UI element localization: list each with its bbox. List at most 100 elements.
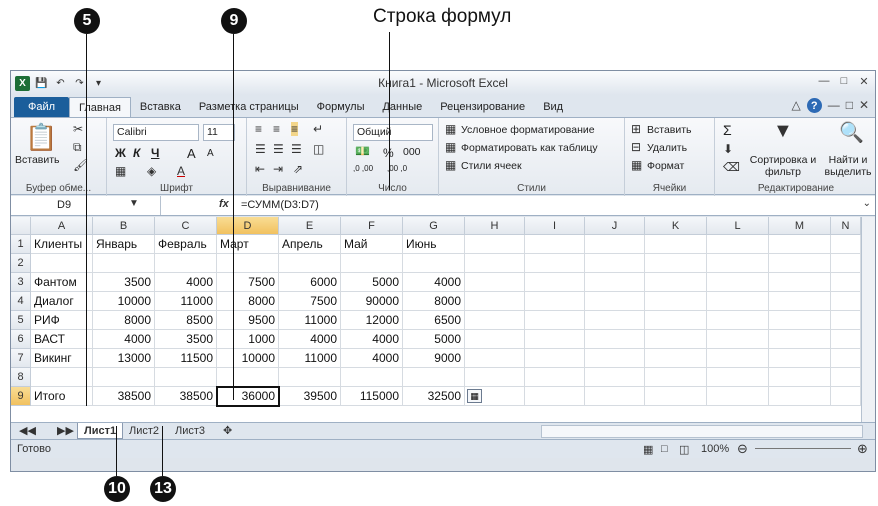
grid-cell[interactable]: [465, 330, 525, 349]
grid-cell[interactable]: 9000: [403, 349, 465, 368]
row-header[interactable]: 8: [11, 368, 31, 387]
grid-cell[interactable]: [831, 311, 861, 330]
decrease-decimal-button[interactable]: ,00 ,0: [387, 164, 407, 173]
tab-page-layout[interactable]: Разметка страницы: [190, 97, 308, 117]
formula-input[interactable]: =СУММ(D3:D7): [241, 196, 319, 215]
grid-cell[interactable]: 3500: [155, 330, 217, 349]
grid-cell[interactable]: [831, 349, 861, 368]
grid-cell[interactable]: [465, 311, 525, 330]
format-as-table-button[interactable]: Форматировать как таблицу: [461, 142, 598, 154]
conditional-formatting-button[interactable]: Условное форматирование: [461, 124, 595, 136]
align-right-icon[interactable]: ☰: [291, 142, 302, 156]
grid-cell[interactable]: [341, 368, 403, 387]
paste-icon[interactable]: 📋: [25, 122, 57, 153]
grid-cell[interactable]: [585, 349, 645, 368]
increase-indent-icon[interactable]: ⇥: [273, 162, 283, 176]
grid-cell[interactable]: [585, 330, 645, 349]
copy-icon[interactable]: ⧉: [73, 140, 82, 155]
grid-cell[interactable]: 5000: [341, 273, 403, 292]
grid-cell[interactable]: [585, 254, 645, 273]
grid-cell[interactable]: [645, 387, 707, 406]
grid-cell[interactable]: [155, 368, 217, 387]
tab-data[interactable]: Данные: [373, 97, 431, 117]
grid-cell[interactable]: 90000: [341, 292, 403, 311]
grid-cell[interactable]: [645, 254, 707, 273]
row-header[interactable]: 3: [11, 273, 31, 292]
cell-styles-button[interactable]: Стили ячеек: [461, 160, 522, 172]
shrink-font-button[interactable]: A: [207, 148, 214, 159]
grid-cell[interactable]: [585, 387, 645, 406]
grid-cell[interactable]: [279, 254, 341, 273]
grid-cell[interactable]: Викинг: [31, 349, 93, 368]
number-format-select[interactable]: Общий: [353, 124, 433, 141]
row-header[interactable]: 1: [11, 235, 31, 254]
grid-cell[interactable]: 10000: [217, 349, 279, 368]
insert-sheet-icon[interactable]: ✥: [217, 423, 238, 439]
close-icon[interactable]: ✕: [857, 74, 871, 88]
row-header[interactable]: 7: [11, 349, 31, 368]
grid-cell[interactable]: [707, 254, 769, 273]
grid-cell[interactable]: [769, 235, 831, 254]
grid-cell[interactable]: Февраль: [155, 235, 217, 254]
grid-cell[interactable]: [707, 292, 769, 311]
align-bottom-icon[interactable]: ≡: [291, 122, 299, 136]
grid-cell[interactable]: [465, 349, 525, 368]
grid-cell[interactable]: РИФ: [31, 311, 93, 330]
grid-cell[interactable]: [769, 254, 831, 273]
grid-cell[interactable]: [645, 273, 707, 292]
tab-view[interactable]: Вид: [534, 97, 572, 117]
workbook-minimize-icon[interactable]: —: [828, 98, 840, 113]
column-header[interactable]: E: [279, 217, 341, 235]
find-select-button[interactable]: Найти и выделить: [819, 154, 875, 178]
tab-review[interactable]: Рецензирование: [431, 97, 534, 117]
vertical-scrollbar[interactable]: [861, 217, 875, 422]
help-icon[interactable]: ?: [806, 98, 822, 113]
column-header[interactable]: B: [93, 217, 155, 235]
column-header[interactable]: N: [831, 217, 861, 235]
delete-cells-button[interactable]: Удалить: [647, 142, 687, 154]
grid-cell[interactable]: [645, 235, 707, 254]
grid-cell[interactable]: [769, 387, 831, 406]
page-layout-view-icon[interactable]: □: [661, 443, 668, 455]
tab-formulas[interactable]: Формулы: [308, 97, 374, 117]
grid-cell[interactable]: 11000: [279, 349, 341, 368]
row-header[interactable]: 2: [11, 254, 31, 273]
grid-cell[interactable]: [93, 368, 155, 387]
grid-cell[interactable]: 6500: [403, 311, 465, 330]
grid-cell[interactable]: [769, 292, 831, 311]
bold-button[interactable]: Ж: [115, 146, 126, 160]
grid-cell[interactable]: 6000: [279, 273, 341, 292]
align-middle-icon[interactable]: ≡: [273, 122, 280, 136]
grid-cell[interactable]: [831, 292, 861, 311]
grid-cell[interactable]: [645, 330, 707, 349]
grid-cell[interactable]: 4000: [93, 330, 155, 349]
grid-cell[interactable]: Апрель: [279, 235, 341, 254]
fill-icon[interactable]: ⬇: [723, 142, 733, 156]
grid-cell[interactable]: [645, 311, 707, 330]
align-center-icon[interactable]: ☰: [273, 142, 284, 156]
grid-cell[interactable]: [465, 235, 525, 254]
grid-cell[interactable]: [707, 349, 769, 368]
zoom-in-icon[interactable]: ⊕: [857, 441, 868, 457]
italic-button[interactable]: К: [133, 146, 140, 160]
grid-cell[interactable]: [769, 368, 831, 387]
grid-cell[interactable]: [525, 349, 585, 368]
grid-cell[interactable]: [645, 368, 707, 387]
grid-cell[interactable]: Май: [341, 235, 403, 254]
orientation-icon[interactable]: ⇗: [293, 162, 303, 176]
grid-cell[interactable]: 11000: [155, 292, 217, 311]
name-box-dropdown-icon[interactable]: ▼: [129, 198, 139, 209]
grid-cell[interactable]: Клиенты: [31, 235, 93, 254]
currency-icon[interactable]: 💵: [355, 144, 370, 158]
align-top-icon[interactable]: ≡: [255, 122, 262, 136]
tab-home[interactable]: Главная: [69, 97, 131, 117]
sheet-tab-2[interactable]: Лист2: [123, 423, 165, 439]
wrap-text-icon[interactable]: ↵: [313, 122, 323, 136]
grid-cell[interactable]: 11500: [155, 349, 217, 368]
column-header[interactable]: L: [707, 217, 769, 235]
grid-cell[interactable]: [465, 254, 525, 273]
grid-cell[interactable]: [465, 292, 525, 311]
row-header[interactable]: 5: [11, 311, 31, 330]
column-header[interactable]: G: [403, 217, 465, 235]
grid-cell[interactable]: [831, 368, 861, 387]
